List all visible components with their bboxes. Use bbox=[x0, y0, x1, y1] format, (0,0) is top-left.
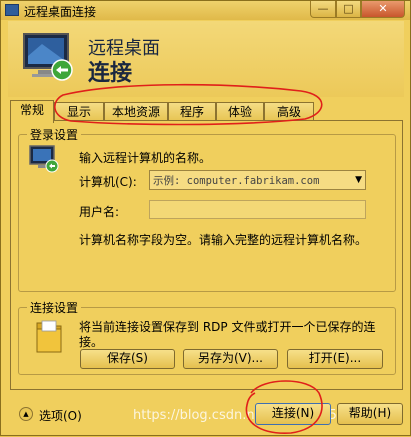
header-title-line2: 连接 bbox=[88, 61, 133, 86]
open-button[interactable]: 打开(E)... bbox=[287, 349, 383, 369]
tab-local-resources[interactable]: 本地资源 bbox=[104, 102, 168, 121]
computer-label: 计算机(C): bbox=[79, 175, 137, 189]
help-button[interactable]: 帮助(H) bbox=[337, 403, 403, 425]
chevron-up-icon[interactable]: ▲ bbox=[19, 407, 33, 421]
monitor-icon bbox=[23, 33, 73, 81]
username-field[interactable] bbox=[149, 200, 366, 219]
maximize-button[interactable]: □ bbox=[336, 1, 361, 18]
connection-description-line1: 将当前连接设置保存到 RDP 文件或打开一个已保存的连 bbox=[79, 320, 376, 334]
title-bar[interactable]: 远程桌面连接 — □ ✕ bbox=[1, 1, 410, 20]
header-banner: 远程桌面 连接 bbox=[8, 21, 404, 97]
login-settings-title: 登录设置 bbox=[27, 126, 82, 143]
rdp-app-icon bbox=[5, 4, 19, 16]
tab-display[interactable]: 显示 bbox=[54, 102, 104, 121]
empty-name-message: 计算机名称字段为空。请输入完整的远程计算机名称。 bbox=[79, 233, 368, 247]
username-label: 用户名: bbox=[79, 205, 120, 219]
computer-prompt: 输入远程计算机的名称。 bbox=[79, 151, 212, 165]
tab-general[interactable]: 常规 bbox=[10, 100, 54, 123]
dropdown-arrow-icon[interactable]: ▼ bbox=[355, 171, 362, 189]
computer-combobox[interactable]: 示例: computer.fabrikam.com ▼ bbox=[149, 170, 366, 190]
save-as-button[interactable]: 另存为(V)... bbox=[183, 349, 278, 369]
options-label[interactable]: 选项(O) bbox=[39, 407, 82, 424]
minimize-button[interactable]: — bbox=[310, 1, 336, 18]
tab-experience[interactable]: 体验 bbox=[216, 102, 264, 121]
close-button[interactable]: ✕ bbox=[361, 1, 405, 18]
connection-settings-title: 连接设置 bbox=[27, 299, 82, 316]
save-button[interactable]: 保存(S) bbox=[80, 349, 175, 369]
window-title: 远程桌面连接 bbox=[24, 5, 97, 19]
connect-button[interactable]: 连接(N) bbox=[255, 403, 331, 425]
tab-advanced[interactable]: 高级 bbox=[264, 102, 314, 121]
computer-placeholder: 示例: computer.fabrikam.com bbox=[153, 175, 320, 187]
rdp-window: 远程桌面连接 — □ ✕ 远程桌面 连接 常规 显示 本地资源 程序 体验 高级… bbox=[0, 0, 411, 436]
tab-programs[interactable]: 程序 bbox=[168, 102, 216, 121]
connection-description-line2: 接。 bbox=[79, 335, 104, 349]
rdp-file-icon bbox=[36, 320, 62, 353]
computer-icon bbox=[29, 145, 59, 173]
